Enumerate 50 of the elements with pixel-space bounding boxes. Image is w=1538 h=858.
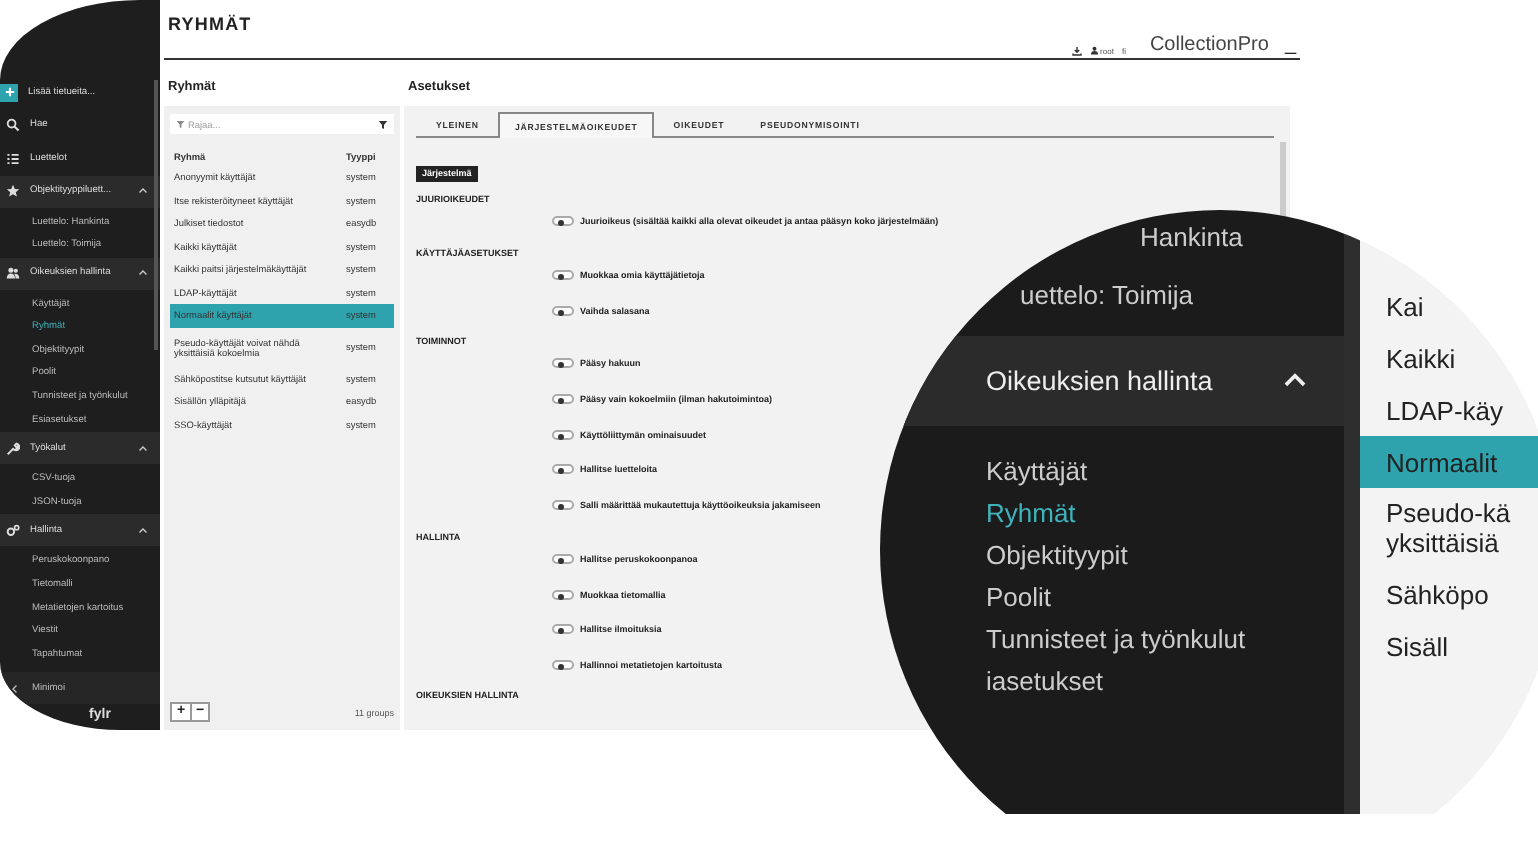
table-cell-text: Kaikki xyxy=(1386,343,1458,373)
filter-icon xyxy=(378,119,388,129)
table-cell-text: Normaalit xyxy=(1386,447,1500,477)
sidebar-item[interactable]: iasetukset xyxy=(986,666,1104,696)
chevron-left-icon xyxy=(10,683,20,693)
sidebar-item[interactable]: Tunnisteet ja työnkulut xyxy=(986,624,1246,654)
plus-icon xyxy=(3,86,15,99)
sidebar-item[interactable]: uettelo: Toimija xyxy=(1020,279,1193,309)
table-cell-text: LDAP-käy xyxy=(1386,395,1506,425)
sidebar-item[interactable]: Käyttäjät xyxy=(986,456,1088,486)
toggle-switch[interactable] xyxy=(552,500,574,511)
toggle-switch[interactable] xyxy=(552,659,574,670)
group-row[interactable]: Kai xyxy=(1360,280,1538,332)
group-row[interactable]: Pseudo-kä yksittäisiä xyxy=(1360,488,1538,568)
toggle-switch[interactable] xyxy=(552,553,574,564)
users-icon xyxy=(6,266,20,281)
sidebar-item[interactable]: Ryhmät xyxy=(986,498,1076,528)
table-cell-text: Kai xyxy=(1386,291,1426,321)
group-row[interactable]: LDAP-käy xyxy=(1360,384,1538,436)
list-icon xyxy=(6,151,20,166)
sidebar-item[interactable]: Poolit xyxy=(986,582,1052,612)
page-title: RYHMÄT xyxy=(168,14,252,38)
brand-name: CollectionPro xyxy=(1149,34,1269,56)
toggle-switch[interactable] xyxy=(552,464,574,475)
toggle-switch[interactable] xyxy=(552,589,574,600)
table-cell-text: Sähköpo xyxy=(1386,579,1491,609)
sidebar-item[interactable]: Objektityypit xyxy=(986,540,1128,570)
toggle-switch[interactable] xyxy=(552,429,574,440)
section-header[interactable]: Oikeuksien hallinta xyxy=(986,366,1213,396)
table-cell-text: Sisäll xyxy=(1386,631,1451,661)
group-row[interactable]: Sisäll xyxy=(1360,620,1538,672)
wrench-icon xyxy=(6,441,20,456)
star-icon xyxy=(6,184,20,198)
toggle-switch[interactable] xyxy=(552,624,574,635)
toggle-switch[interactable] xyxy=(552,358,574,369)
table-cell-text: Pseudo-kä xyxy=(1386,498,1513,528)
group-row[interactable]: Normaalit xyxy=(1360,436,1538,488)
group-row[interactable]: Kaikki xyxy=(1360,332,1538,384)
table-cell-text: yksittäisiä xyxy=(1386,528,1501,558)
scrollbar xyxy=(1280,142,1286,222)
toggle-switch[interactable] xyxy=(552,216,574,227)
filter-icon xyxy=(176,119,185,128)
sidebar-item[interactable]: Hankinta xyxy=(1140,221,1243,251)
toggle-switch[interactable] xyxy=(552,305,574,316)
gears-icon xyxy=(6,523,20,538)
toggle-switch[interactable] xyxy=(552,270,574,281)
search-icon xyxy=(6,118,20,133)
minimize-button[interactable]: _ xyxy=(1284,34,1296,56)
group-row[interactable]: Sähköpo xyxy=(1360,568,1538,620)
toggle-switch[interactable] xyxy=(552,394,574,405)
